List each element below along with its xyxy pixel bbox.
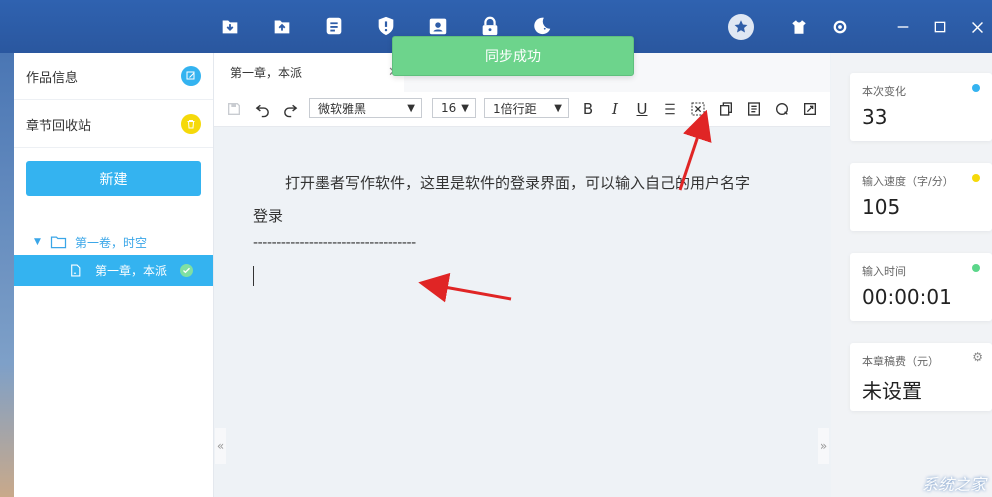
volume-title: 第一卷，时空: [75, 235, 148, 250]
redo-icon[interactable]: [280, 99, 300, 119]
paragraph-2: 登录: [253, 207, 284, 225]
font-family-select[interactable]: 微软雅黑 ▼: [309, 98, 422, 118]
gear-icon[interactable]: ⚙: [972, 350, 983, 364]
sidebar: 作品信息 章节回收站 新建 ▼ 第一卷，时空 第一章，本派: [14, 53, 214, 497]
skin-icon[interactable]: [790, 18, 808, 36]
status-dot: [972, 84, 980, 92]
dropdown-caret-icon: ▼: [554, 102, 562, 114]
stat-card-speed: 输入速度（字/分） 105: [850, 163, 992, 231]
italic-button[interactable]: I: [605, 99, 625, 119]
folder-icon: [50, 236, 67, 249]
bold-button[interactable]: B: [578, 99, 598, 119]
stat-change-label: 本次变化: [862, 85, 906, 98]
check-icon: [180, 264, 193, 277]
stat-change-value: 33: [862, 105, 888, 129]
tree-volume[interactable]: ▼ 第一卷，时空: [14, 230, 213, 254]
settings-icon[interactable]: [831, 18, 849, 36]
favorites-icon[interactable]: [728, 14, 754, 40]
caret-down-icon[interactable]: ▼: [34, 237, 41, 247]
dropdown-caret-icon: ▼: [407, 102, 415, 114]
work-info-row[interactable]: 作品信息: [14, 53, 213, 100]
tab-title: 第一章，本派: [230, 66, 303, 80]
dropdown-caret-icon: ▼: [461, 102, 469, 114]
status-dot: [972, 264, 980, 272]
trash-icon[interactable]: [181, 114, 201, 134]
stat-card-fee: 本章稿费（元） ⚙ 未设置: [850, 343, 992, 411]
recycle-bin-row[interactable]: 章节回收站: [14, 101, 213, 148]
new-button[interactable]: 新建: [26, 161, 201, 196]
undo-icon[interactable]: [252, 99, 272, 119]
text-cursor: [253, 266, 254, 286]
stat-speed-label: 输入速度（字/分）: [862, 175, 954, 188]
stat-time-label: 输入时间: [862, 265, 906, 278]
upload-icon[interactable]: [270, 14, 294, 38]
desktop-background: [0, 53, 14, 497]
format-clear-icon[interactable]: [688, 99, 708, 119]
document-format-icon[interactable]: [744, 99, 764, 119]
edit-icon[interactable]: [181, 66, 201, 86]
font-size-value: 16: [441, 101, 457, 115]
document-icon: [71, 264, 81, 277]
status-dot: [972, 174, 980, 182]
lock-icon[interactable]: [478, 14, 502, 38]
stat-card-change: 本次变化 33: [850, 73, 992, 141]
stat-fee-value: 未设置: [862, 379, 922, 403]
editor-area[interactable]: 打开墨者写作软件，这里是软件的登录界面，可以输入自己的用户名字 登录 -----…: [214, 127, 830, 497]
strikethrough-icon[interactable]: [660, 99, 680, 119]
watermark: 系统之家: [921, 475, 986, 494]
separator-line: -----------------------------------: [253, 235, 416, 251]
work-info-label: 作品信息: [26, 70, 79, 86]
font-size-select[interactable]: 16 ▼: [432, 98, 476, 118]
line-spacing-select[interactable]: 1倍行距 ▼: [484, 98, 569, 118]
format-toolbar: 微软雅黑 ▼ 16 ▼ 1倍行距 ▼ B I U: [214, 92, 830, 127]
night-mode-icon[interactable]: [530, 14, 554, 38]
stat-speed-value: 105: [862, 195, 901, 219]
recycle-bin-label: 章节回收站: [26, 118, 92, 134]
paragraph-1: 打开墨者写作软件，这里是软件的登录界面，可以输入自己的用户名字: [285, 174, 751, 192]
collapse-right-icon[interactable]: »: [818, 428, 829, 464]
close-icon[interactable]: [968, 18, 986, 36]
toast-text: 同步成功: [485, 49, 541, 65]
underline-button[interactable]: U: [632, 99, 652, 119]
contact-card-icon[interactable]: [426, 14, 450, 38]
shield-icon[interactable]: [374, 14, 398, 38]
notes-icon[interactable]: [322, 14, 346, 38]
sync-success-toast: 同步成功: [392, 36, 634, 76]
save-icon[interactable]: [224, 99, 244, 119]
collapse-left-icon[interactable]: «: [215, 428, 226, 464]
tab-chapter[interactable]: 第一章，本派 ✕: [214, 53, 404, 92]
tree-chapter-selected[interactable]: 第一章，本派: [14, 255, 213, 286]
maximize-icon[interactable]: [931, 18, 949, 36]
font-family-value: 微软雅黑: [318, 101, 367, 116]
chapter-title: 第一章，本派: [95, 264, 168, 278]
stats-panel: 本次变化 33 输入速度（字/分） 105 输入时间 00:00:01 本章稿费…: [831, 53, 992, 497]
stat-time-value: 00:00:01: [862, 285, 952, 309]
line-spacing-value: 1倍行距: [493, 101, 537, 116]
stat-card-time: 输入时间 00:00:01: [850, 253, 992, 321]
copy-icon[interactable]: [716, 99, 736, 119]
fullscreen-icon[interactable]: [800, 99, 820, 119]
search-icon[interactable]: [772, 99, 792, 119]
minimize-icon[interactable]: [894, 18, 912, 36]
download-icon[interactable]: [218, 14, 242, 38]
stat-fee-label: 本章稿费（元）: [862, 355, 939, 368]
